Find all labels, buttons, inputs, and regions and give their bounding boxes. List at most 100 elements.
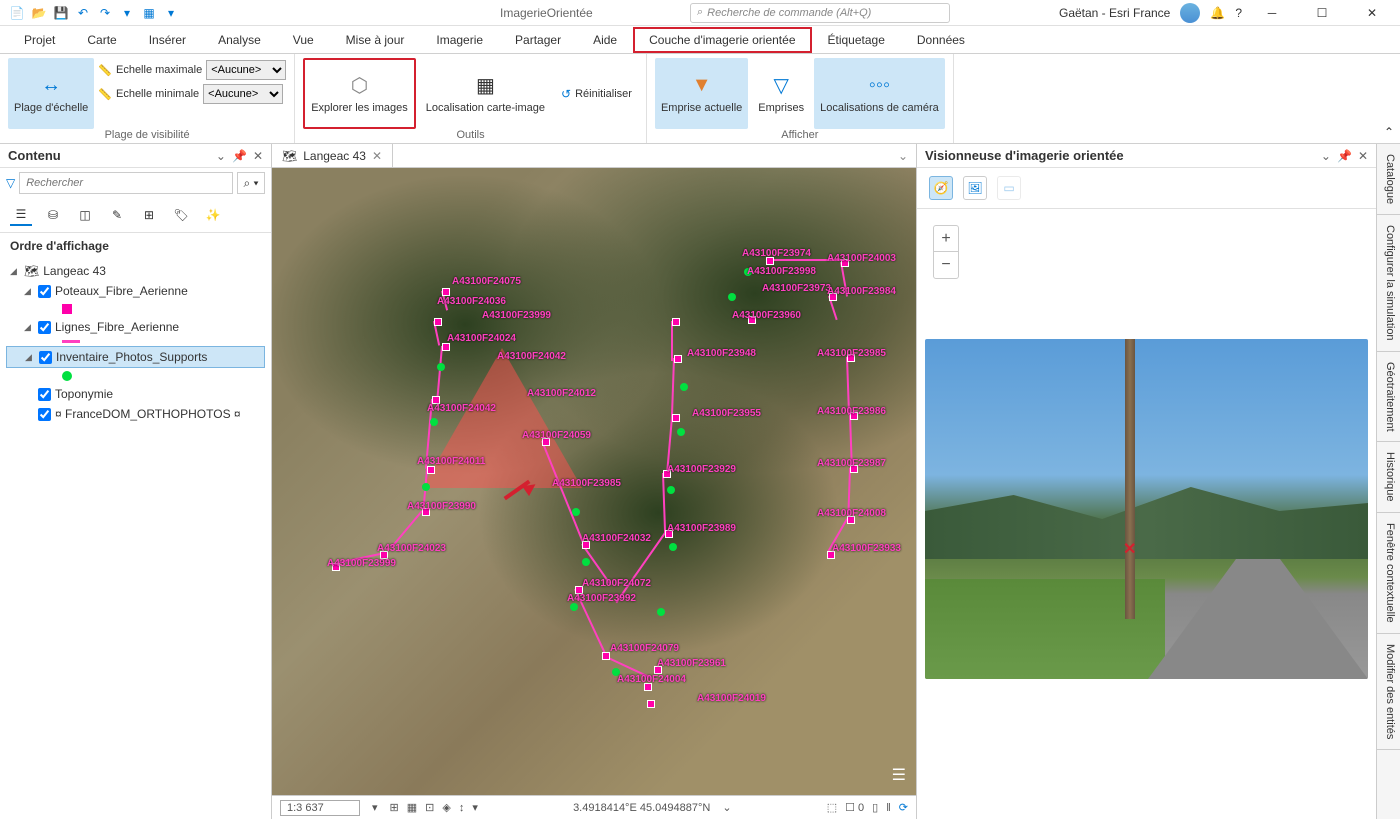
contents-options-icon[interactable]: ⌄	[216, 149, 226, 163]
map-tab-close-icon[interactable]: ✕	[372, 149, 382, 163]
camera-locations-button[interactable]: ◦◦◦ Localisations de caméra	[814, 58, 945, 129]
edge-tab-modify-features[interactable]: Modifier des entités	[1377, 634, 1400, 750]
photo-point[interactable]	[680, 383, 688, 391]
layer-item[interactable]: ¤ FranceDOM_ORTHOPHOTOS ¤	[6, 404, 265, 424]
tab-couche-imagerie-orientee[interactable]: Couche d'imagerie orientée	[633, 27, 811, 53]
select-tool-icon[interactable]: ⬚	[827, 801, 837, 814]
scale-range-button[interactable]: ↔ Plage d'échelle	[8, 58, 94, 129]
list-by-snapping-icon[interactable]: ⊞	[138, 204, 160, 226]
list-by-selection-icon[interactable]: ◫	[74, 204, 96, 226]
help-icon[interactable]: ?	[1235, 6, 1242, 20]
edge-tab-geoprocessing[interactable]: Géotraitement	[1377, 352, 1400, 443]
inference-icon[interactable]: ▾	[472, 801, 478, 814]
pole-point[interactable]	[674, 355, 682, 363]
view-options-icon[interactable]: ⌄	[898, 149, 916, 163]
more-icon[interactable]: ▾	[118, 4, 136, 22]
image-enhancement-icon[interactable]: 🖼	[963, 176, 987, 200]
minimize-button[interactable]: ─	[1252, 1, 1292, 25]
layer-item[interactable]: Toponymie	[6, 384, 265, 404]
photo-point[interactable]	[669, 543, 677, 551]
photo-point[interactable]	[657, 608, 665, 616]
tab-inserer[interactable]: Insérer	[133, 27, 202, 53]
maximize-button[interactable]: ☐	[1302, 1, 1342, 25]
min-scale-select[interactable]: <Aucune>	[203, 84, 283, 104]
zoom-out-button[interactable]: −	[934, 252, 958, 278]
pole-point[interactable]	[442, 288, 450, 296]
edge-tab-history[interactable]: Historique	[1377, 442, 1400, 513]
close-button[interactable]: ✕	[1352, 1, 1392, 25]
refresh-icon[interactable]: ⟳	[899, 801, 908, 814]
layer-item[interactable]: ◢Poteaux_Fibre_Aerienne	[6, 281, 265, 301]
photo-point[interactable]	[572, 508, 580, 516]
attribution-icon[interactable]: ☰	[892, 765, 906, 785]
contents-search-input[interactable]	[19, 172, 233, 194]
collapse-icon[interactable]: ◢	[24, 322, 34, 333]
pole-point[interactable]	[602, 652, 610, 660]
photo-point[interactable]	[570, 603, 578, 611]
max-scale-select[interactable]: <Aucune>	[206, 60, 286, 80]
pole-point[interactable]	[427, 466, 435, 474]
tab-carte[interactable]: Carte	[71, 27, 132, 53]
tab-vue[interactable]: Vue	[277, 27, 330, 53]
pole-point[interactable]	[647, 700, 655, 708]
tab-donnees[interactable]: Données	[901, 27, 981, 53]
zoom-in-button[interactable]: +	[934, 226, 958, 252]
contents-pin-icon[interactable]: 📌	[232, 149, 247, 163]
tab-projet[interactable]: Projet	[8, 27, 71, 53]
pole-point[interactable]	[672, 414, 680, 422]
current-extent-button[interactable]: ▼ Emprise actuelle	[655, 58, 748, 129]
snapping-icon[interactable]: ⊞	[390, 801, 399, 814]
navigation-tool-icon[interactable]: 🧭	[929, 176, 953, 200]
viewer-close-icon[interactable]: ✕	[1358, 149, 1368, 163]
qat-more-icon[interactable]: ▾	[162, 4, 180, 22]
extents-button[interactable]: ▽ Emprises	[752, 58, 810, 129]
collapse-icon[interactable]: ◢	[24, 286, 34, 297]
oriented-image[interactable]: ✕	[925, 339, 1368, 679]
photo-point[interactable]	[728, 293, 736, 301]
photo-point[interactable]	[582, 558, 590, 566]
layer-item[interactable]: ◢Lignes_Fibre_Aerienne	[6, 317, 265, 337]
grid-snap-icon[interactable]: ▦	[407, 801, 417, 814]
undo-icon[interactable]: ↶	[74, 4, 92, 22]
photo-point[interactable]	[430, 418, 438, 426]
image-map-location-button[interactable]: ▦ Localisation carte-image	[420, 58, 551, 129]
viewer-options-icon[interactable]: ⌄	[1321, 149, 1331, 163]
list-by-perception-icon[interactable]: ✨	[202, 204, 224, 226]
photo-point[interactable]	[422, 483, 430, 491]
layer-visibility-checkbox[interactable]	[38, 388, 51, 401]
dynamic-icon[interactable]: ◈	[442, 801, 450, 814]
collapse-icon[interactable]: ◢	[10, 266, 20, 277]
tab-imagerie[interactable]: Imagerie	[420, 27, 499, 53]
edge-tab-catalogue[interactable]: Catalogue	[1377, 144, 1400, 215]
pole-point[interactable]	[442, 343, 450, 351]
collapse-ribbon-button[interactable]: ⌃	[1384, 125, 1394, 139]
open-project-icon[interactable]: 📂	[30, 4, 48, 22]
edge-tab-popup[interactable]: Fenêtre contextuelle	[1377, 513, 1400, 634]
reset-button[interactable]: ↺ Réinitialiser	[555, 58, 638, 129]
image-gallery-icon[interactable]: ▭	[997, 176, 1021, 200]
tab-mise-a-jour[interactable]: Mise à jour	[330, 27, 421, 53]
pause-icon[interactable]: ‖	[886, 802, 891, 814]
notifications-icon[interactable]: 🔔	[1210, 6, 1225, 20]
photo-point[interactable]	[437, 363, 445, 371]
list-by-labeling-icon[interactable]: 🏷	[170, 204, 192, 226]
layer-visibility-checkbox[interactable]	[38, 321, 51, 334]
pole-point[interactable]	[434, 318, 442, 326]
filter-icon[interactable]: ▽	[6, 176, 15, 190]
catalog-icon[interactable]: ▯	[872, 801, 878, 814]
layer-item[interactable]: ◢Inventaire_Photos_Supports	[6, 346, 265, 368]
map-item[interactable]: ◢ 🗺 Langeac 43	[6, 261, 265, 281]
redo-icon[interactable]: ↷	[96, 4, 114, 22]
command-search-input[interactable]: Recherche de commande (Alt+Q)	[690, 3, 950, 23]
scale-input[interactable]: 1:3 637	[280, 800, 360, 816]
scale-dropdown-icon[interactable]: ▾	[372, 801, 378, 814]
grid-icon[interactable]: ▦	[140, 4, 158, 22]
map-canvas[interactable]: A43100F23974A43100F24003A43100F23998A431…	[272, 168, 916, 795]
list-by-source-icon[interactable]: ⛁	[42, 204, 64, 226]
layer-visibility-checkbox[interactable]	[39, 351, 52, 364]
fiber-line[interactable]	[671, 321, 673, 361]
list-by-drawing-icon[interactable]: ☰	[10, 204, 32, 226]
map-tab[interactable]: 🗺 Langeac 43 ✕	[272, 144, 393, 167]
constraints-icon[interactable]: ⊡	[425, 801, 434, 814]
user-avatar[interactable]	[1180, 3, 1200, 23]
